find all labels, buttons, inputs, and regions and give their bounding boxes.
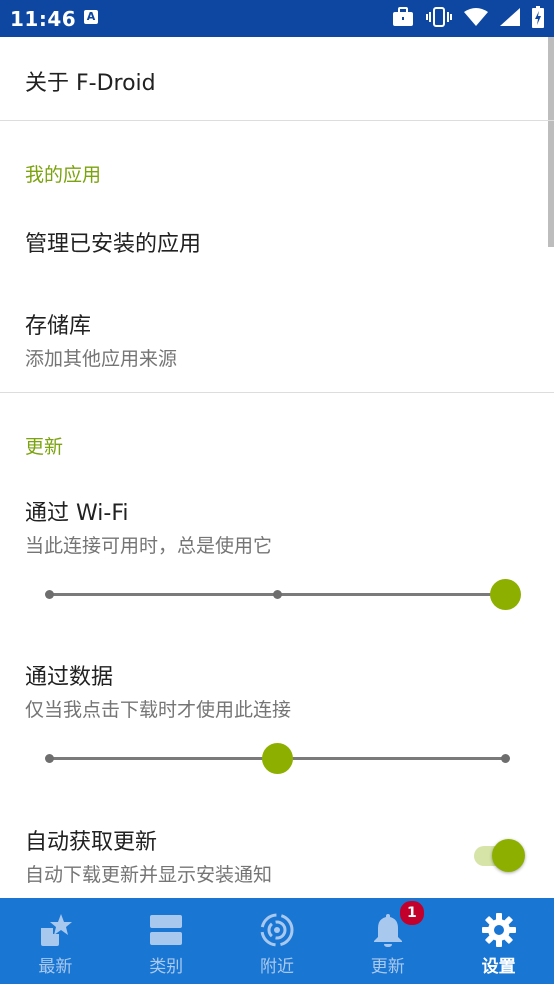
slider-thumb[interactable] — [262, 743, 293, 774]
battery-icon — [532, 6, 544, 28]
auto-fetch-summary: 自动下载更新并显示安装通知 — [25, 864, 273, 886]
nav-nearby-label: 附近 — [259, 957, 294, 977]
notification-icon: A — [84, 10, 98, 24]
wifi-icon — [464, 8, 488, 26]
bottom-navigation: 最新 类别 附近 1 更新 设置 — [0, 898, 554, 984]
scrollbar[interactable] — [548, 37, 554, 247]
slider-tick — [501, 754, 510, 763]
star-apps-icon — [37, 912, 73, 948]
repositories-item[interactable]: 存储库 添加其他应用来源 — [25, 308, 177, 371]
category-updates: 更新 — [25, 432, 63, 459]
over-data-slider[interactable] — [45, 738, 510, 778]
slider-tick — [273, 590, 282, 599]
auto-fetch-title: 自动获取更新 — [25, 830, 158, 855]
divider — [0, 392, 554, 393]
repositories-summary: 添加其他应用来源 — [25, 348, 178, 370]
auto-fetch-item[interactable]: 自动获取更新 自动下载更新并显示安装通知 — [25, 824, 272, 887]
slider-tick — [45, 590, 54, 599]
over-wifi-summary: 当此连接可用时，总是使用它 — [25, 535, 273, 557]
nav-latest[interactable]: 最新 — [0, 898, 111, 984]
nav-updates-label: 更新 — [370, 957, 405, 977]
switch-knob[interactable] — [492, 839, 525, 872]
repositories-title: 存储库 — [25, 314, 92, 339]
over-data-summary: 仅当我点击下载时才使用此连接 — [25, 699, 292, 721]
nav-categories-label: 类别 — [149, 957, 184, 977]
category-my-apps: 我的应用 — [25, 160, 101, 187]
slider-tick — [45, 754, 54, 763]
categories-icon — [148, 912, 184, 948]
vibrate-icon — [426, 7, 452, 27]
nav-updates[interactable]: 1 更新 — [332, 898, 443, 984]
about-item[interactable]: 关于 F-Droid — [25, 65, 156, 97]
nearby-icon — [259, 912, 295, 948]
updates-badge: 1 — [398, 900, 425, 926]
auto-fetch-switch[interactable] — [474, 836, 526, 872]
over-data-title: 通过数据 — [25, 665, 114, 690]
nav-settings-label: 设置 — [481, 957, 516, 977]
signal-icon — [500, 8, 520, 26]
nav-latest-label: 最新 — [38, 957, 73, 977]
status-icons — [392, 6, 544, 28]
about-title: 关于 F-Droid — [25, 71, 156, 96]
category-my-apps-label: 我的应用 — [25, 164, 102, 186]
status-bar: 11:46 A — [0, 0, 554, 37]
gear-icon — [481, 912, 517, 948]
manage-installed-apps-title: 管理已安装的应用 — [25, 232, 202, 257]
category-updates-label: 更新 — [25, 436, 64, 458]
nav-categories[interactable]: 类别 — [111, 898, 222, 984]
status-time: 11:46 — [10, 7, 77, 31]
over-wifi-slider[interactable] — [45, 574, 521, 614]
settings-list[interactable]: 关于 F-Droid 我的应用 管理已安装的应用 存储库 添加其他应用来源 更新… — [0, 37, 554, 898]
over-wifi-title: 通过 Wi-Fi — [25, 501, 129, 526]
slider-thumb[interactable] — [490, 579, 521, 610]
manage-installed-apps-item[interactable]: 管理已安装的应用 — [25, 226, 201, 258]
divider — [0, 120, 554, 121]
briefcase-icon — [393, 7, 413, 26]
nav-settings[interactable]: 设置 — [443, 898, 554, 984]
over-wifi-item[interactable]: 通过 Wi-Fi 当此连接可用时，总是使用它 — [25, 495, 272, 558]
nav-nearby[interactable]: 附近 — [222, 898, 333, 984]
over-data-item[interactable]: 通过数据 仅当我点击下载时才使用此连接 — [25, 659, 291, 722]
